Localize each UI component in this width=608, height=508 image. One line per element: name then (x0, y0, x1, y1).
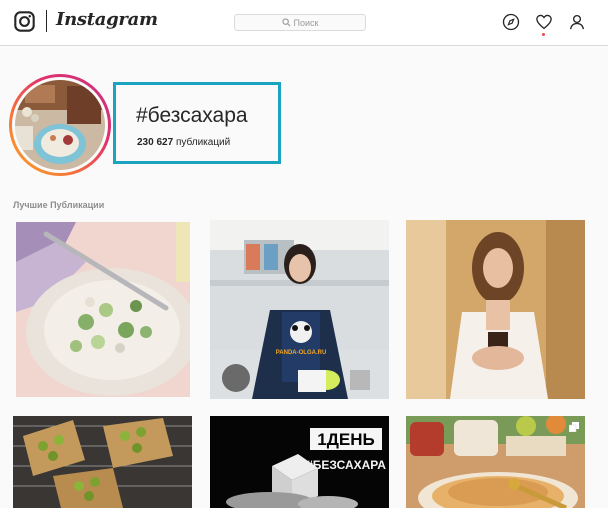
hashtag-title: #безсахара (136, 104, 248, 127)
search-placeholder: Поиск (293, 17, 319, 28)
top-posts-label: Лучшие Публикации (13, 200, 105, 210)
avatar-gap (12, 77, 108, 173)
apron-text: PANDA-OLGA.RU (276, 350, 327, 356)
post-image-pancakes (406, 416, 585, 508)
logo-divider (46, 10, 47, 32)
post-image-salad (16, 222, 190, 397)
posts-count-line: 230 627 публикаций (137, 137, 230, 148)
overlay-line-1: 1ДЕНЬ (317, 430, 374, 449)
instagram-camera-icon[interactable] (14, 11, 35, 32)
post-tile[interactable] (406, 416, 585, 508)
notification-dot (542, 33, 545, 36)
post-tile[interactable]: PANDA-OLGA.RU (210, 220, 389, 399)
posts-count: 230 627 (137, 137, 174, 148)
instagram-wordmark[interactable]: Instagram (56, 9, 158, 30)
multiple-posts-icon (569, 422, 579, 432)
explore-compass-icon[interactable] (502, 13, 520, 31)
post-image-pastries (13, 416, 192, 508)
hashtag-avatar[interactable] (9, 74, 111, 176)
hashtag-avatar-image (15, 80, 105, 170)
search-icon (281, 18, 290, 27)
search-input[interactable]: Поиск (234, 14, 366, 31)
post-tile[interactable] (16, 222, 190, 397)
post-tile[interactable] (406, 220, 585, 399)
heart-icon[interactable] (535, 13, 553, 31)
post-tile[interactable]: 1ДЕНЬ #БЕЗСАХАРА (210, 416, 389, 508)
post-image-panda-apron: PANDA-OLGA.RU (210, 220, 389, 399)
posts-label: публикаций (175, 137, 231, 148)
post-image-woman-cup (406, 220, 585, 399)
overlay-line-2: #БЕЗСАХАРА (306, 458, 386, 472)
post-image-sugar-cubes: 1ДЕНЬ #БЕЗСАХАРА (210, 416, 389, 508)
top-navigation-bar: Instagram Поиск (0, 0, 608, 46)
post-tile[interactable] (13, 416, 192, 508)
profile-icon[interactable] (568, 13, 586, 31)
